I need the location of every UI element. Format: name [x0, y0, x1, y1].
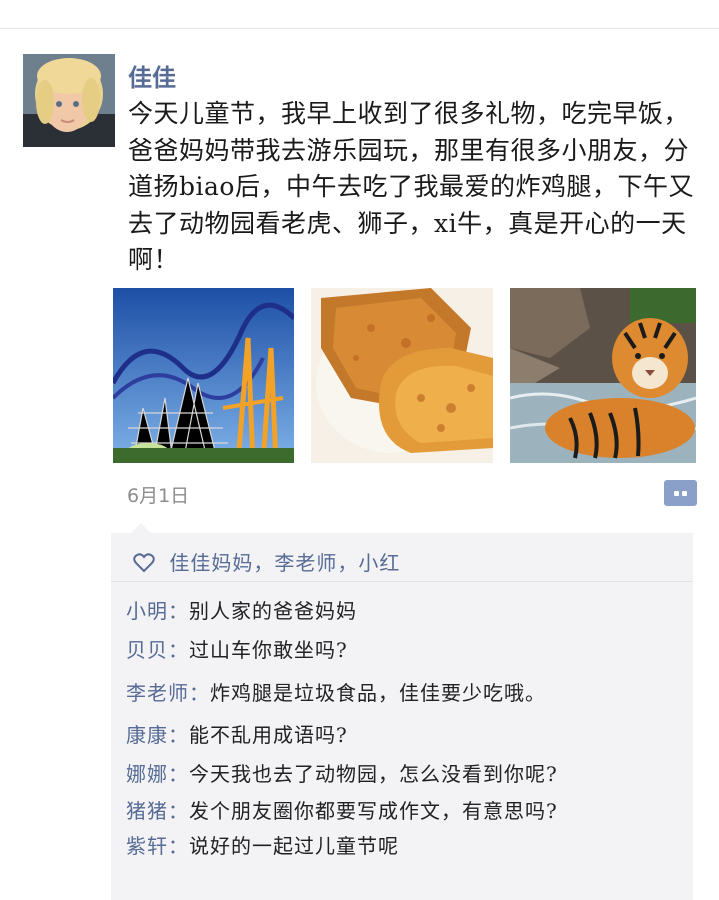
comment-item[interactable]: 贝贝：过山车你敢坐吗?: [126, 634, 348, 663]
likes-row[interactable]: 佳佳妈妈，李老师，小红: [133, 547, 400, 578]
comment-author[interactable]: 紫轩: [126, 834, 168, 858]
comment-button[interactable]: [664, 480, 697, 506]
post-date: 6月1日: [127, 485, 190, 507]
post-text: 今天儿童节，我早上收到了很多礼物，吃完早饭，爸爸妈妈带我去游乐园玩，那里有很多小…: [128, 99, 694, 274]
interaction-panel: 佳佳妈妈，李老师，小红 小明：别人家的爸爸妈妈 贝贝：过山车你敢坐吗? 李老师：…: [111, 533, 693, 900]
comment-item[interactable]: 康康：能不乱用成语吗?: [126, 719, 348, 748]
panel-pointer: [131, 523, 151, 533]
comment-text: 说好的一起过儿童节呢: [189, 834, 399, 858]
comment-author[interactable]: 小明: [126, 599, 168, 623]
comment-item[interactable]: 小明：别人家的爸爸妈妈: [126, 595, 357, 624]
comment-item[interactable]: 紫轩：说好的一起过儿童节呢: [126, 830, 399, 859]
avatar[interactable]: [23, 54, 115, 147]
comment-author[interactable]: 康康: [126, 723, 168, 747]
comment-author[interactable]: 娜娜: [126, 762, 168, 786]
dot-icon: [674, 491, 679, 496]
comment-text: 今天我也去了动物园，怎么没看到你呢?: [189, 762, 558, 786]
fried-chicken-photo[interactable]: [311, 288, 493, 463]
comment-text: 别人家的爸爸妈妈: [189, 599, 357, 623]
likes-names: 佳佳妈妈，李老师，小红: [169, 551, 401, 575]
dot-icon: [682, 491, 687, 496]
top-divider: [0, 28, 719, 29]
tiger-photo[interactable]: [510, 288, 696, 463]
comment-text: 过山车你敢坐吗?: [189, 638, 348, 662]
comment-author[interactable]: 贝贝: [126, 638, 168, 662]
post-author[interactable]: 佳佳: [128, 58, 176, 93]
comment-item[interactable]: 娜娜：今天我也去了动物园，怎么没看到你呢?: [126, 758, 558, 787]
comment-text: 炸鸡腿是垃圾食品，佳佳要少吃哦。: [210, 681, 546, 705]
roller-coaster-photo[interactable]: [113, 288, 294, 463]
likes-divider: [111, 581, 693, 582]
comment-item[interactable]: 李老师：炸鸡腿是垃圾食品，佳佳要少吃哦。: [126, 677, 546, 706]
comment-author[interactable]: 猪猪: [126, 799, 168, 823]
comment-text: 能不乱用成语吗?: [189, 723, 348, 747]
comment-author[interactable]: 李老师: [126, 681, 189, 705]
comment-item[interactable]: 猪猪：发个朋友圈你都要写成作文，有意思吗?: [126, 795, 558, 824]
comment-text: 发个朋友圈你都要写成作文，有意思吗?: [189, 799, 558, 823]
heart-icon: [133, 553, 155, 578]
